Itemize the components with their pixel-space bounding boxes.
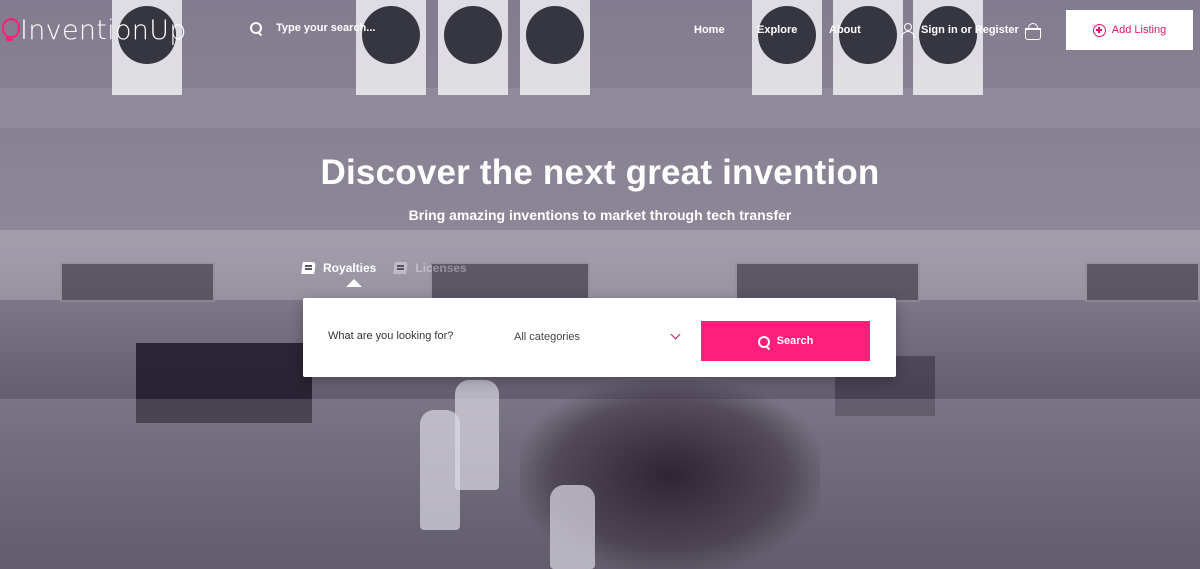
logo-text: InventionUp <box>20 14 187 46</box>
category-select[interactable]: All categories <box>514 326 684 348</box>
plus-circle-icon <box>1092 23 1106 37</box>
search-icon <box>757 335 770 348</box>
top-header: InventionUp Type your search... Home Exp… <box>0 0 1200 62</box>
sign-in-label: Sign in or Register <box>921 24 1019 36</box>
chevron-down-icon <box>670 329 681 340</box>
nav-home[interactable]: Home <box>694 24 725 36</box>
hero-title: Discover the next great invention <box>320 153 880 192</box>
nav-explore[interactable]: Explore <box>757 24 797 36</box>
tab-licenses-label: Licenses <box>415 261 467 275</box>
listing-type-tabs: Royalties Licenses <box>302 261 467 287</box>
hero-background-image <box>0 0 1200 569</box>
search-icon[interactable] <box>250 22 262 34</box>
add-listing-label: Add Listing <box>1111 24 1167 36</box>
search-button-label: Search <box>776 335 814 347</box>
search-card: All categories Search <box>303 298 896 377</box>
sign-in-link[interactable]: Sign in or Register <box>900 23 1019 38</box>
header-search-input[interactable]: Type your search... <box>276 22 375 34</box>
category-select-value: All categories <box>514 331 581 343</box>
basket-icon[interactable] <box>1024 23 1041 40</box>
search-button[interactable]: Search <box>701 321 870 361</box>
tab-royalties-label: Royalties <box>323 261 377 275</box>
tab-licenses[interactable]: Licenses <box>394 261 467 285</box>
keyword-search-input[interactable] <box>328 330 498 342</box>
add-listing-button[interactable]: Add Listing <box>1066 10 1193 50</box>
book-icon <box>302 261 317 275</box>
tab-royalties[interactable]: Royalties <box>302 261 377 287</box>
hero-subtitle: Bring amazing inventions to market throu… <box>408 207 792 223</box>
lightbulb-icon <box>0 14 20 46</box>
user-icon <box>900 23 915 38</box>
header-search[interactable]: Type your search... <box>250 22 375 34</box>
logo[interactable]: InventionUp <box>0 14 187 46</box>
book-icon <box>394 261 409 275</box>
nav-about[interactable]: About <box>829 24 861 36</box>
